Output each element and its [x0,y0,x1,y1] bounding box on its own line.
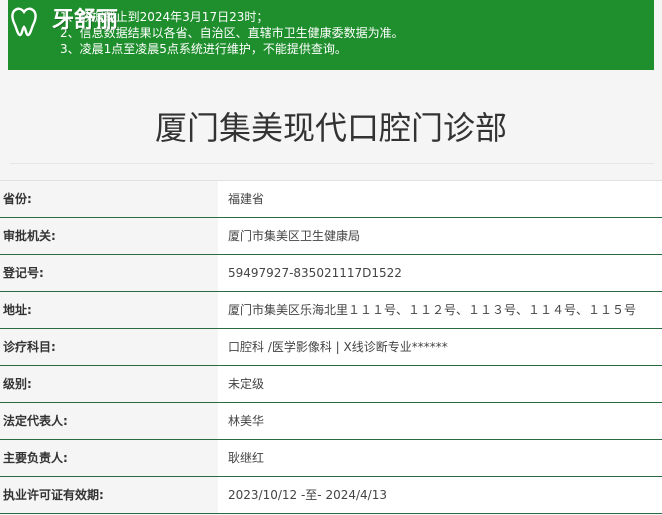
page-title: 厦门集美现代口腔门诊部 [154,109,507,147]
value-authority: 厦门市集美区卫生健康局 [218,218,662,254]
info-row-principal: 主要负责人: 耿继红 [0,440,662,477]
info-table: 省份: 福建省 审批机关: 厦门市集美区卫生健康局 登记号: 59497927-… [0,180,662,514]
label-authority: 审批机关: [3,229,56,243]
info-row-departments: 诊疗科目: 口腔科 /医学影像科 | X线诊断专业****** [0,329,662,366]
value-legal-rep: 林美华 [218,403,662,439]
label-address: 地址: [3,303,32,317]
info-row-registration: 登记号: 59497927-835021117D1522 [0,255,662,292]
value-province: 福建省 [218,181,662,217]
value-level: 未定级 [218,366,662,402]
tooth-icon [11,7,37,37]
info-row-legal-rep: 法定代表人: 林美华 [0,403,662,440]
value-principal: 耿继红 [218,440,662,476]
value-departments: 口腔科 /医学影像科 | X线诊断专业****** [218,329,662,365]
logo: 牙舒丽 [6,3,136,39]
label-level: 级别: [3,377,32,391]
info-row-authority: 审批机关: 厦门市集美区卫生健康局 [0,218,662,255]
label-legal-rep: 法定代表人: [3,414,68,428]
value-address: 厦门市集美区乐海北里１１１号、１１２号、１１３号、１１４号、１１５号 [218,292,662,328]
logo-text: 牙舒丽 [52,7,119,33]
label-principal: 主要负责人: [3,451,68,465]
notice-line-1: 1、数据截止到2024年3月17日23时； [60,10,269,24]
notice-line-2: 2、信息数据结果以各省、自治区、直辖市卫生健康委数据为准。 [60,26,404,40]
value-registration: 59497927-835021117D1522 [218,255,662,291]
info-row-province: 省份: 福建省 [0,180,662,218]
notice-line-3: 3、凌晨1点至凌晨5点系统进行维护，不能提供查询。 [60,42,347,56]
info-row-license-validity: 执业许可证有效期: 2023/10/12 -至- 2024/4/13 [0,477,662,514]
label-registration: 登记号: [3,266,44,280]
info-row-address: 地址: 厦门市集美区乐海北里１１１号、１１２号、１１３号、１１４号、１１５号 [0,292,662,329]
title-divider [10,163,654,164]
label-license-validity: 执业许可证有效期: [3,488,104,502]
value-license-validity: 2023/10/12 -至- 2024/4/13 [218,477,662,513]
label-province: 省份: [3,192,32,206]
info-row-level: 级别: 未定级 [0,366,662,403]
label-departments: 诊疗科目: [3,340,56,354]
